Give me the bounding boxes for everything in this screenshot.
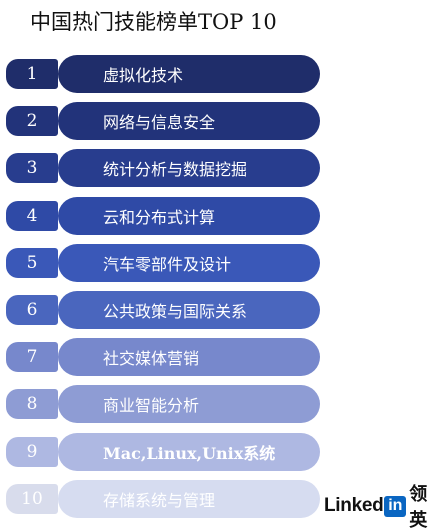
- skill-label: 商业智能分析: [58, 385, 320, 423]
- rank-item: 7 社交媒体营销: [0, 337, 445, 377]
- rank-number: 2: [6, 106, 58, 136]
- rank-number: 1: [6, 59, 58, 89]
- skill-label: Mac,Linux,Unix系统: [58, 433, 320, 471]
- rank-number: 3: [6, 153, 58, 183]
- skill-label: 云和分布式计算: [58, 197, 320, 235]
- rank-number: 9: [6, 437, 58, 467]
- logo-in-badge: in: [384, 495, 407, 517]
- skill-label: 虚拟化技术: [58, 55, 320, 93]
- rank-number: 10: [6, 484, 58, 514]
- rank-item: 4 云和分布式计算: [0, 196, 445, 236]
- skill-label: 社交媒体营销: [58, 338, 320, 376]
- logo-chinese-name: 领英: [409, 484, 428, 531]
- skill-label: 统计分析与数据挖掘: [58, 149, 320, 187]
- skill-label: 网络与信息安全: [58, 102, 320, 140]
- rank-number: 7: [6, 342, 58, 372]
- rank-number: 5: [6, 248, 58, 278]
- rank-item: 1 虚拟化技术: [0, 54, 445, 94]
- rank-item: 9 Mac,Linux,Unix系统: [0, 432, 445, 472]
- rank-item: 3 统计分析与数据挖掘: [0, 148, 445, 188]
- skill-label: 公共政策与国际关系: [58, 291, 320, 329]
- rank-item: 5 汽车零部件及设计: [0, 243, 445, 283]
- skill-label: 汽车零部件及设计: [58, 244, 320, 282]
- skills-ranking-list: 1 虚拟化技术 2 网络与信息安全 3 统计分析与数据挖掘 4 云和分布式计算 5 汽车零部件及设…: [0, 0, 445, 530]
- skill-label: 存储系统与管理: [58, 480, 320, 518]
- logo-wordmark: Linked: [324, 495, 384, 516]
- linkedin-logo: Linked in 领英: [324, 484, 445, 531]
- rank-item: 2 网络与信息安全: [0, 101, 445, 141]
- rank-item: 6 公共政策与国际关系: [0, 290, 445, 330]
- rank-item: 8 商业智能分析: [0, 384, 445, 424]
- rank-number: 6: [6, 295, 58, 325]
- rank-number: 8: [6, 389, 58, 419]
- rank-number: 4: [6, 201, 58, 231]
